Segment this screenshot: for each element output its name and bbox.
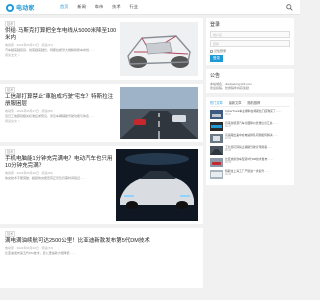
car-showroom-thumbnail[interactable] <box>116 149 198 221</box>
post-title[interactable]: 满电满油续航可达2500公里！比亚迪新款发布第5代DM技术 <box>5 238 195 245</box>
post-card[interactable]: 技术 工信部打算禁止“車胎成巧驶”宅车？特斯拉注册服困层 电动家 · 2024年… <box>0 84 203 142</box>
username-field[interactable]: 用户名 <box>210 31 290 38</box>
sidebar-article[interactable]: 比亚迪新款车型第5代DM技术发布…… 06-26 <box>210 157 290 167</box>
sidebar-article-date: 06-26 <box>225 137 232 141</box>
nav-item-home[interactable]: 首页 <box>60 4 68 10</box>
nav-item-tech[interactable]: 技术 <box>112 4 120 10</box>
post-excerpt: 近日工信部就相关标准征求意见，涉及车辆辅助驾驶功能与命名…… <box>5 114 96 118</box>
main-nav: 首页 新闻 车市 技术 行业 <box>60 4 138 10</box>
article-thumbnail[interactable] <box>210 170 223 179</box>
nav-item-market[interactable]: 车市 <box>95 4 103 10</box>
remember-checkbox[interactable] <box>210 49 213 53</box>
article-thumbnail[interactable] <box>210 134 223 143</box>
post-excerpt: 快充技术不断突破，超级快充能否真正普及仍需时间验证…… <box>5 176 87 180</box>
read-more-link[interactable]: 阅读全文 > <box>5 53 117 57</box>
login-button[interactable]: 登录 <box>210 55 223 62</box>
articles-panel: 热门文章 最新文章 随机推荐 CyberTruck车主爆料在特斯拉门店购买了……… <box>206 97 294 185</box>
article-thumbnail[interactable] <box>210 110 223 119</box>
tab-latest[interactable]: 最新文章 <box>229 100 242 105</box>
article-tabs: 热门文章 最新文章 随机推荐 <box>210 100 290 107</box>
sidebar-article[interactable]: 特斯拉上海工厂产能进一步提升…… 06-25 <box>210 169 290 179</box>
post-title[interactable]: 工信部打算禁止“車胎成巧驶”宅车？特斯拉注册服困层 <box>5 94 117 108</box>
post-category-badge[interactable]: 技术 <box>5 149 16 155</box>
search-icon[interactable] <box>286 4 293 11</box>
post-list: 技术 供给·马斯克打算把全车电线从5000米降至100米内 电动家 · 2024… <box>0 18 203 292</box>
sidebar-article[interactable]: 工信部打算禁止辅助驾驶宣传用语…… 06-26 <box>210 145 290 155</box>
sidebar-article-title[interactable]: 蔚来新能源汽车全面降价优惠信息汇总…… <box>225 121 278 125</box>
post-card[interactable]: 技术 供给·马斯克打算把全车电线从5000米降至100米内 电动家 · 2024… <box>0 18 203 80</box>
read-more-link[interactable]: 阅读全文 > <box>5 119 117 123</box>
nav-item-news[interactable]: 新闻 <box>77 4 85 10</box>
sidebar-article-date: 06-26 <box>225 161 232 165</box>
nav-item-industry[interactable]: 行业 <box>130 4 138 10</box>
site-logo[interactable]: 电动家 <box>6 3 40 12</box>
password-field[interactable]: 密码 <box>210 40 290 47</box>
remember-label: 记住登录 <box>214 49 227 53</box>
notice-line: 欢迎投稿，优秀稿件将获奖励 <box>210 86 250 90</box>
post-category-badge[interactable]: 技术 <box>5 231 16 237</box>
sidebar-article-date: 06-27 <box>225 113 232 117</box>
sidebar-article[interactable]: 蔚来新能源汽车全面降价优惠信息汇总…… 06-27 <box>210 121 290 131</box>
tab-hot[interactable]: 热门文章 <box>210 100 223 105</box>
post-excerpt: 比亚迪发布第五代DM技术，百公里油耗大幅降低…… <box>5 251 76 255</box>
post-meta: 电动家 · 2024年06月26日 · 阅读(72) <box>5 246 54 250</box>
tab-random[interactable]: 随机推荐 <box>248 100 261 105</box>
article-thumbnail[interactable] <box>210 146 223 155</box>
post-excerpt: 汽车越来越复杂，线束越来越长，特斯拉希望大幅精简整车布线…… <box>5 48 96 52</box>
sidebar-article-title[interactable]: CyberTruck车主爆料在特斯拉门店购买了…… <box>225 109 281 113</box>
sidebar-article-date: 06-25 <box>225 173 232 177</box>
article-thumbnail[interactable] <box>210 122 223 131</box>
login-title: 登录 <box>210 22 221 28</box>
post-card[interactable]: 技术 满电满油续航可达2500公里！比亚迪新款发布第5代DM技术 电动家 · 2… <box>0 228 203 288</box>
post-category-badge[interactable]: 技术 <box>5 21 16 27</box>
post-card[interactable]: 技术 手机电脑能1分钟充完满电？电动汽车也只用10分钟充完满？ 电动家 · 20… <box>0 146 203 224</box>
car-chassis-thumbnail[interactable] <box>120 22 198 76</box>
post-meta: 电动家 · 2024年06月26日 · 阅读(66) <box>5 171 54 175</box>
logo-text: 电动家 <box>16 6 35 12</box>
top-navbar: 电动家 首页 新闻 车市 技术 行业 <box>0 0 300 15</box>
sidebar-article-title[interactable]: 比亚迪新款车型第5代DM技术发布…… <box>225 157 273 161</box>
login-panel: 登录 用户名 密码 记住登录 登录 <box>206 18 294 65</box>
sidebar-article-title[interactable]: 工信部打算禁止辅助驾驶宣传用语…… <box>225 145 273 149</box>
notice-title: 公告 <box>210 73 221 79</box>
sidebar-article-title[interactable]: 高速路出差中充电站排队问题如何解决…… <box>225 133 278 137</box>
post-title[interactable]: 供给·马斯克打算把全车电线从5000米降至100米内 <box>5 28 117 42</box>
post-title[interactable]: 手机电脑能1分钟充完满电？电动汽车也只用10分钟充完满？ <box>5 156 113 170</box>
article-thumbnail[interactable] <box>210 158 223 167</box>
sidebar-article[interactable]: 高速路出差中充电站排队问题如何解决…… 06-26 <box>210 133 290 143</box>
post-category-badge[interactable]: 技术 <box>5 87 16 93</box>
post-meta: 电动家 · 2024年06月27日 · 阅读(85) <box>5 109 54 113</box>
notice-panel: 公告 本站域名：dianjiadong123.com 欢迎投稿，优秀稿件将获奖励 <box>206 69 294 93</box>
logo-mark-icon <box>6 3 14 12</box>
remember-row[interactable]: 记住登录 <box>210 49 290 53</box>
sidebar-article-date: 06-26 <box>225 149 232 153</box>
sidebar-article[interactable]: CyberTruck车主爆料在特斯拉门店购买了…… 06-27 <box>210 109 290 119</box>
highway-thumbnail[interactable] <box>120 87 198 139</box>
sidebar: 登录 用户名 密码 记住登录 登录 公告 本站域名：dianjiadong123… <box>206 18 294 189</box>
sidebar-article-date: 06-27 <box>225 125 232 129</box>
sidebar-article-title[interactable]: 特斯拉上海工厂产能进一步提升…… <box>225 169 270 173</box>
post-meta: 电动家 · 2024年06月27日 · 阅读(97) <box>5 43 54 47</box>
